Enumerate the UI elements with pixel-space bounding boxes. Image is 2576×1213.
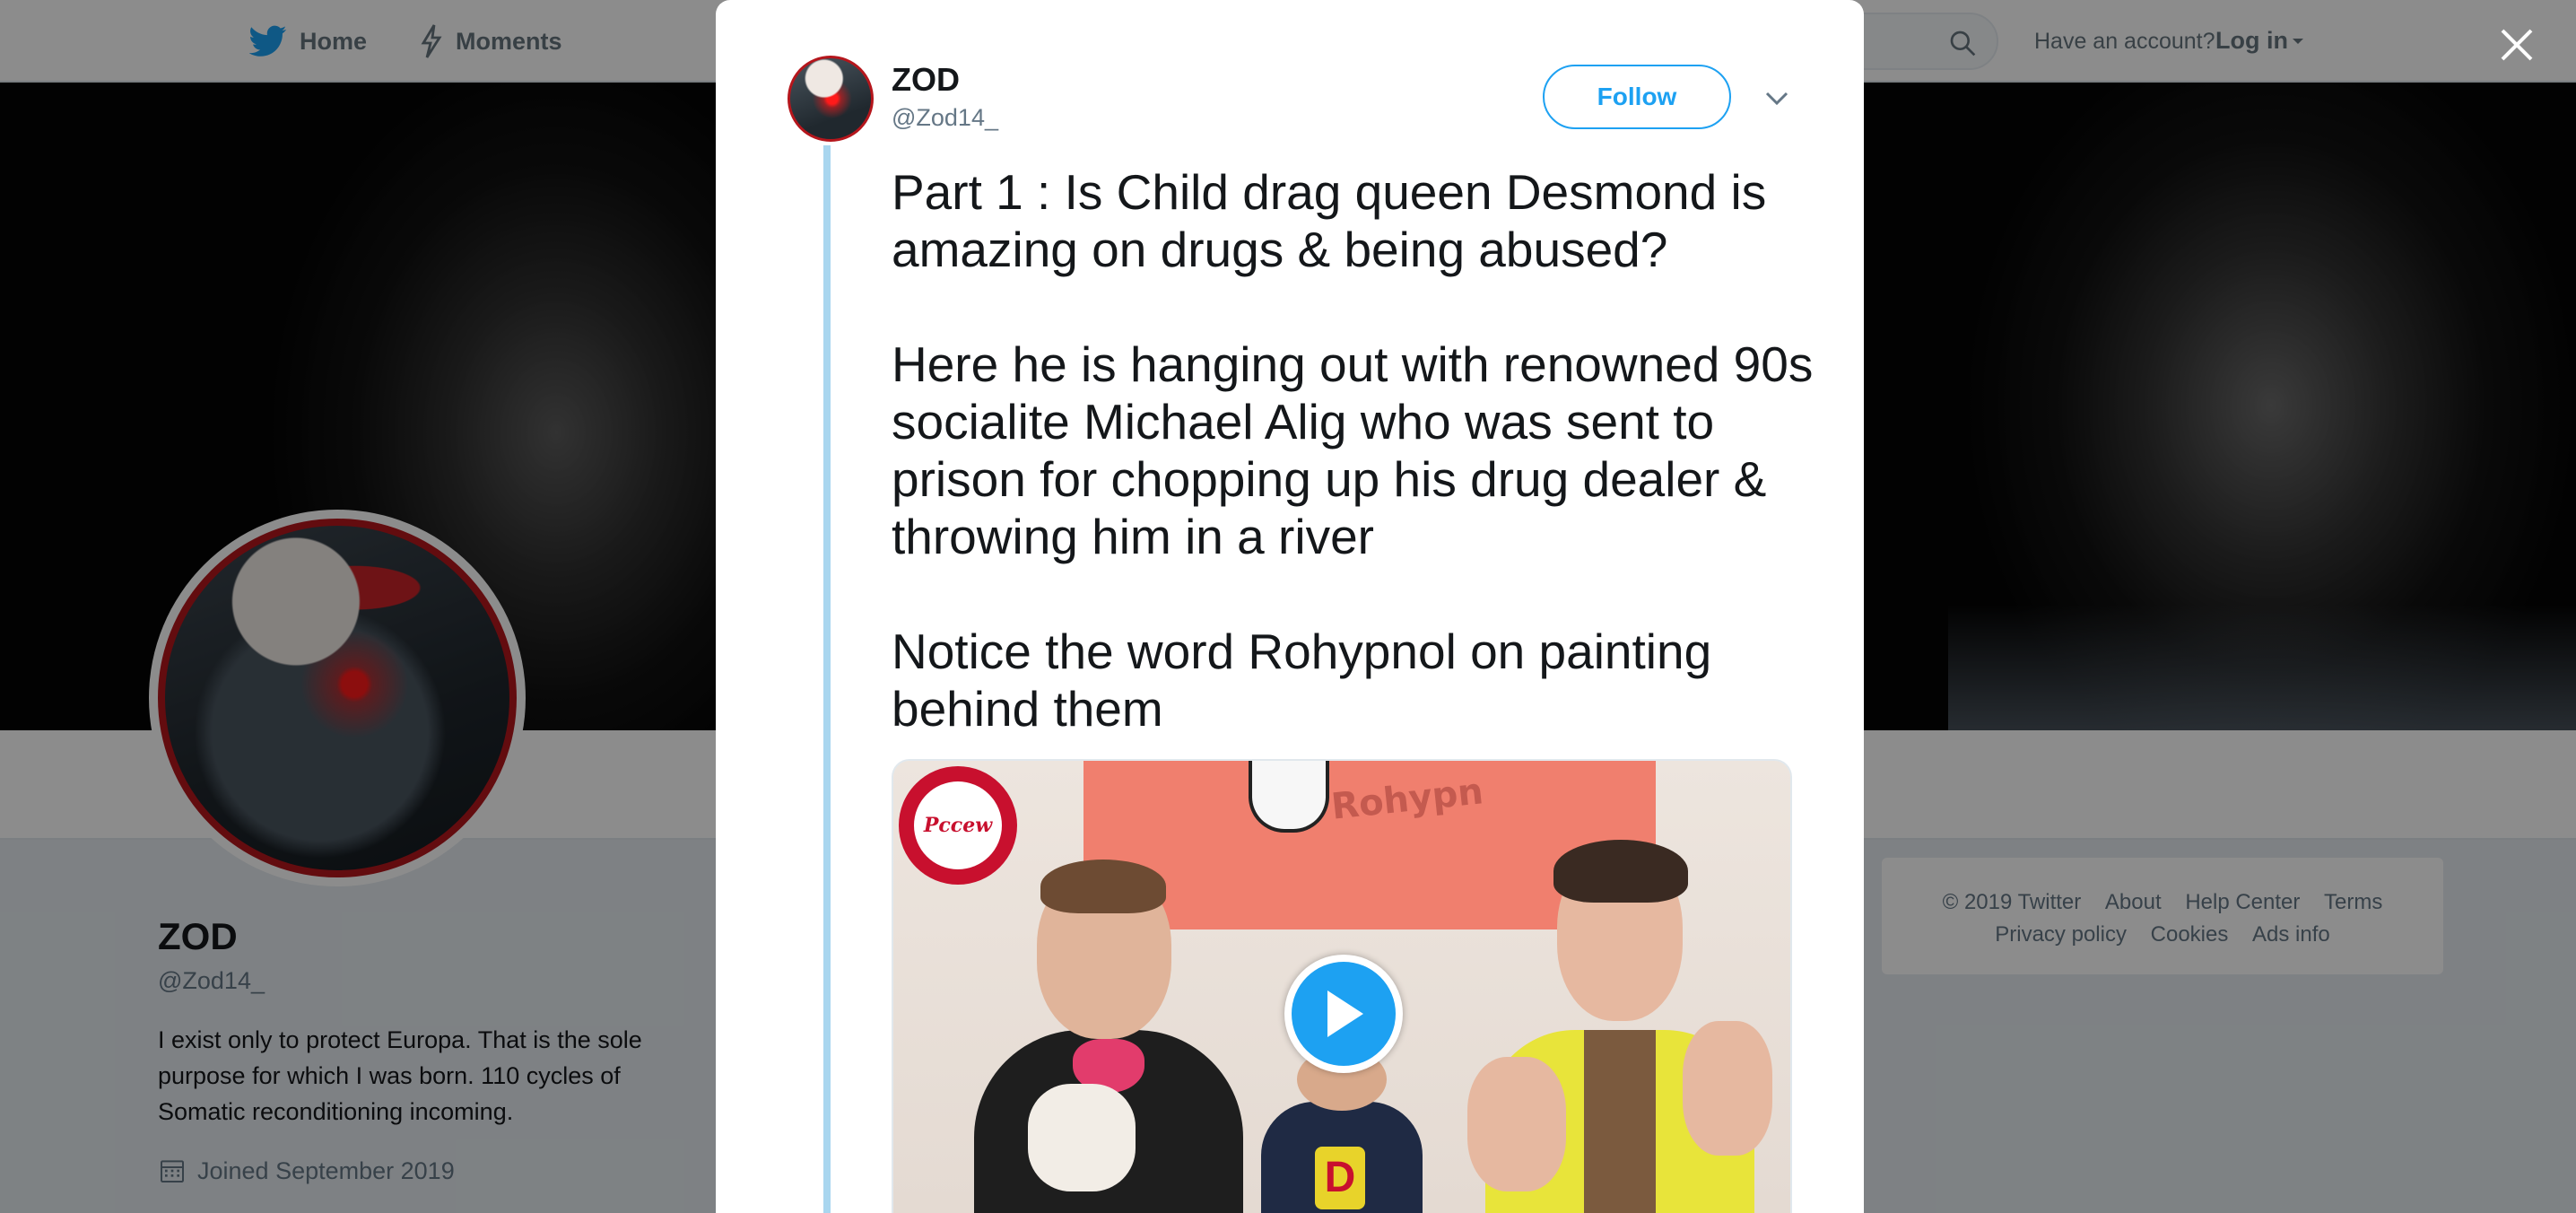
periscope-watermark: Pccew — [914, 781, 1002, 869]
periscope-logo: Pccew — [899, 766, 1017, 885]
chevron-down-icon[interactable] — [1763, 88, 1790, 109]
tweet-modal: ZOD @Zod14_ Follow Part 1 : Is Child dra… — [716, 0, 1864, 1213]
shirt-letter: D — [1315, 1147, 1365, 1209]
close-icon[interactable] — [2499, 27, 2535, 63]
thread-line — [823, 145, 831, 1213]
follow-button[interactable]: Follow — [1543, 65, 1731, 129]
tweet-author-avatar[interactable] — [788, 56, 874, 142]
tweet-author-handle[interactable]: @Zod14_ — [892, 104, 998, 132]
tweet-video[interactable]: Rohypn D Pccew — [892, 759, 1792, 1213]
tweet-text: Part 1 : Is Child drag queen Desmond is … — [892, 164, 1814, 737]
play-icon — [1327, 990, 1363, 1037]
video-person-right — [1467, 840, 1772, 1213]
tweet-author-name[interactable]: ZOD — [892, 61, 960, 99]
play-button[interactable] — [1284, 955, 1403, 1073]
video-person-left — [974, 860, 1243, 1213]
video-painting-face — [1249, 761, 1329, 833]
